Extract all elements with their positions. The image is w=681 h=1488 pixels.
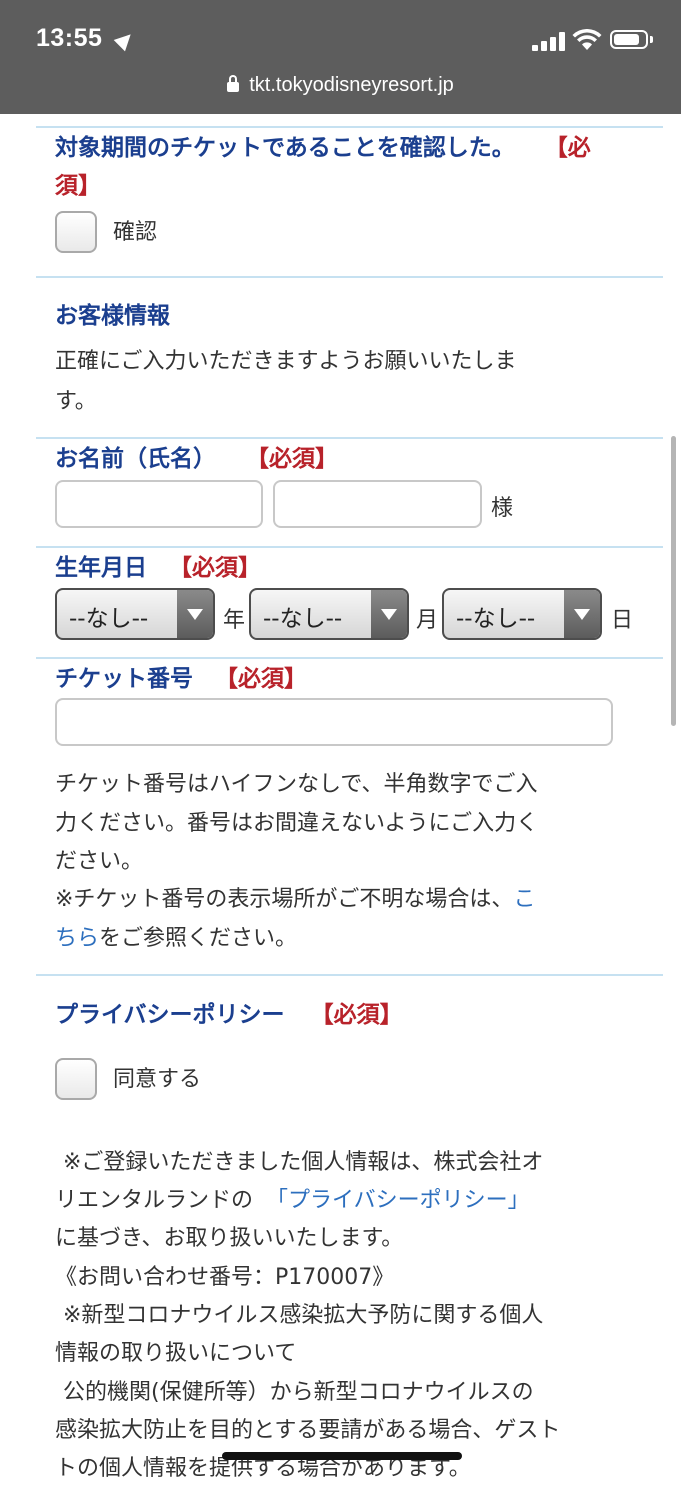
last-name-input[interactable] [55, 480, 263, 528]
confirm-checkbox[interactable] [55, 211, 97, 253]
home-indicator[interactable] [222, 1452, 462, 1460]
divider [36, 276, 663, 278]
divider [36, 657, 663, 659]
privacy-line1: ※ご登録いただきました個人情報は、株式会社オ [63, 1150, 544, 1175]
battery-icon [610, 30, 648, 49]
required-badge: 【必須】 [215, 666, 308, 692]
birth-day-value: --なし-- [456, 606, 536, 632]
ticket-number-label: チケット番号 【必須】 [55, 661, 307, 697]
url-domain: tkt.tokyodisneyresort.jp [249, 74, 454, 96]
privacy-line2-text: リエンタルランドの [55, 1188, 254, 1213]
divider [36, 126, 663, 128]
ticket-number-input[interactable] [55, 698, 613, 746]
privacy-agree-checkbox[interactable] [55, 1058, 97, 1100]
ticket-note-line4-text: ※チケット番号の表示場所がご不明な場合は、 [55, 887, 514, 912]
ticket-help-link-part1[interactable]: こ [513, 887, 535, 912]
chevron-down-icon [177, 590, 213, 638]
name-label: お名前（氏名） 【必須】 [55, 441, 338, 477]
ticket-note-line2: 力ください。番号はお間違えないようにご入力く [55, 811, 539, 836]
chevron-down-icon [564, 590, 600, 638]
birth-month-select[interactable]: --なし-- [249, 588, 409, 640]
battery-cap [650, 36, 653, 43]
privacy-line7: 公的機関(保健所等）から新型コロナウイルスの [63, 1380, 534, 1405]
lock-icon [227, 75, 240, 92]
ticket-help-link-part2[interactable]: ちら [55, 926, 99, 951]
wifi-icon [572, 29, 602, 50]
privacy-heading: プライバシーポリシー 【必須】 [55, 997, 403, 1033]
day-unit: 日 [611, 608, 634, 633]
privacy-policy-link[interactable]: 「プライバシーポリシー」 [266, 1188, 530, 1213]
confirm-heading: 対象期間のチケットであることを確認した。 【必 [55, 130, 635, 166]
year-unit: 年 [223, 608, 246, 633]
privacy-line2: リエンタルランドの 「プライバシーポリシー」 [55, 1182, 530, 1220]
privacy-line3: に基づき、お取り扱いいたします。 [55, 1226, 404, 1251]
url-bar[interactable]: tkt.tokyodisneyresort.jp [0, 74, 681, 97]
birthdate-label-text: 生年月日 [55, 555, 147, 581]
privacy-line4: 《お問い合わせ番号：P170007》 [55, 1265, 395, 1290]
privacy-line8: 感染拡大防止を目的とする要請がある場合、ゲスト [55, 1418, 561, 1443]
divider [36, 546, 663, 548]
browser-top-bar: 13:55 tkt.tokyodisneyresort.jp [0, 0, 681, 114]
privacy-line6: 情報の取り扱いについて [55, 1341, 297, 1366]
required-badge: 【必須】 [310, 1002, 403, 1028]
birth-year-select[interactable]: --なし-- [55, 588, 215, 640]
privacy-agree-label: 同意する [113, 1067, 202, 1092]
ticket-note-line5-text: をご参照ください。 [99, 926, 298, 951]
cellular-signal-icon [532, 31, 566, 51]
divider [36, 437, 663, 439]
confirm-heading-text: 対象期間のチケットであることを確認した。 [55, 135, 515, 161]
ticket-note-line5: ちらをご参照ください。 [55, 920, 297, 958]
required-badge: 【必須】 [246, 446, 339, 472]
status-time: 13:55 [36, 24, 103, 52]
privacy-line5: ※新型コロナウイルス感染拡大予防に関する個人 [63, 1303, 544, 1328]
required-badge: 【必 [544, 135, 591, 161]
month-unit: 月 [416, 608, 439, 633]
privacy-heading-text: プライバシーポリシー [55, 1002, 285, 1028]
name-suffix: 様 [491, 496, 514, 521]
divider [36, 974, 663, 976]
birth-day-select[interactable]: --なし-- [442, 588, 602, 640]
confirm-checkbox-label: 確認 [113, 220, 158, 245]
birth-year-value: --なし-- [69, 606, 149, 632]
birth-month-value: --なし-- [263, 606, 343, 632]
scrollbar[interactable] [671, 436, 676, 726]
required-badge: 須】 [55, 173, 101, 199]
required-badge: 【必須】 [169, 555, 262, 581]
birthdate-label: 生年月日 【必須】 [55, 550, 261, 586]
first-name-input[interactable] [273, 480, 482, 528]
name-label-text: お名前（氏名） [55, 446, 216, 472]
chevron-down-icon [371, 590, 407, 638]
customer-info-heading: お客様情報 [55, 303, 170, 329]
ticket-number-label-text: チケット番号 [55, 666, 193, 692]
customer-info-description-line2: す。 [55, 389, 97, 414]
location-arrow-icon [113, 28, 137, 52]
customer-info-description-line1: 正確にご入力いただきますようお願いいたしま [55, 349, 517, 374]
ticket-note-line3: ださい。 [55, 849, 144, 874]
confirm-heading-line2: 須】 [55, 168, 101, 204]
ticket-note-line4: ※チケット番号の表示場所がご不明な場合は、こ [55, 881, 645, 919]
ticket-note-line1: チケット番号はハイフンなしで、半角数字でご入 [55, 772, 538, 797]
